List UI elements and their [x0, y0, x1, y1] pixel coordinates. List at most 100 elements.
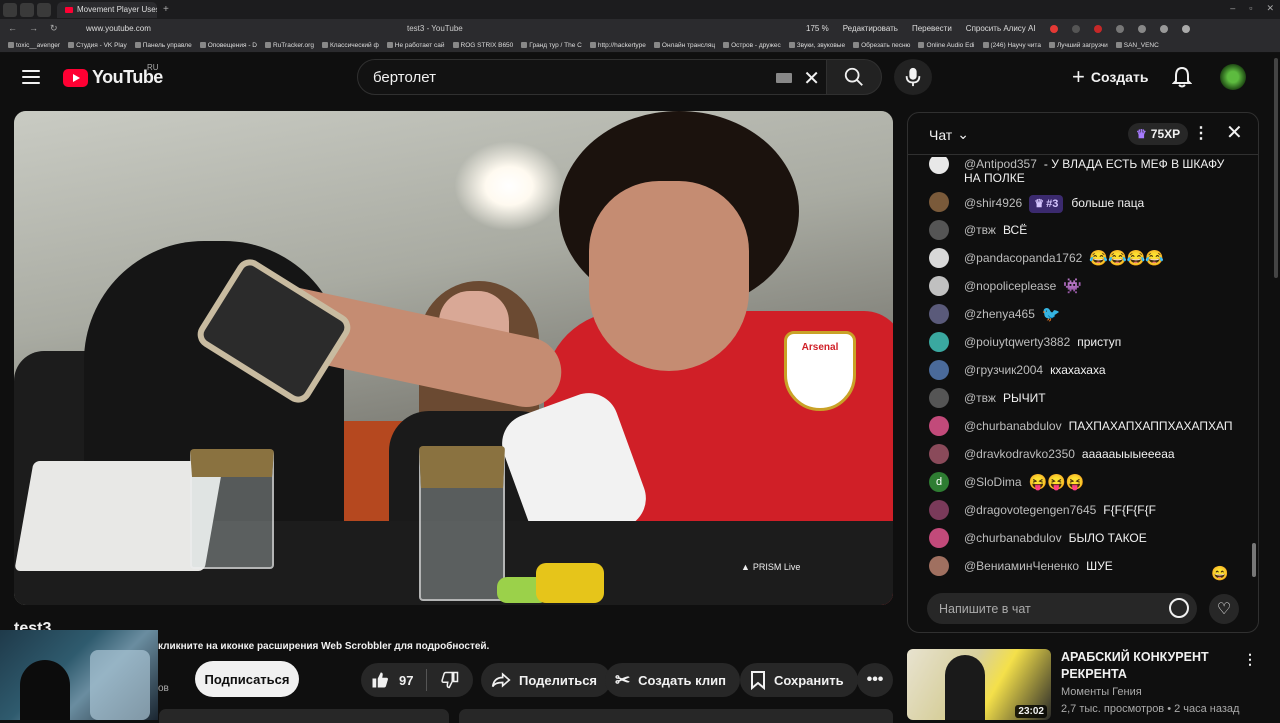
like-button[interactable]: 97 — [361, 669, 427, 691]
share-button[interactable]: Поделиться — [481, 663, 612, 697]
chat-author[interactable]: @Antipod357 — [964, 157, 1037, 171]
back-icon[interactable]: ← — [8, 23, 17, 34]
bookmark[interactable]: Звуки, звуковые — [788, 42, 845, 49]
save-button[interactable]: Сохранить — [740, 663, 858, 697]
chat-avatar[interactable] — [929, 556, 949, 576]
chat-avatar[interactable] — [929, 332, 949, 352]
chat-avatar[interactable] — [929, 528, 949, 548]
video-thumbnail[interactable]: 23:02 — [907, 649, 1051, 720]
extension-icon[interactable] — [1049, 24, 1058, 33]
search-input[interactable] — [358, 68, 758, 86]
tab-list-icon[interactable] — [20, 2, 34, 17]
bookmark[interactable]: Студия - VK Play — [68, 42, 127, 49]
extension-icon[interactable] — [1115, 24, 1124, 33]
extension-icon[interactable] — [1071, 24, 1080, 33]
alice-button[interactable]: Спросить Алису AI — [966, 24, 1036, 33]
clear-search-icon[interactable]: ✕ — [803, 66, 820, 91]
chat-messages[interactable]: @Antipod357- У ВЛАДА ЕСТЬ МЕФ В ШКАФУ НА… — [908, 157, 1258, 581]
reload-icon[interactable]: ↻ — [50, 23, 58, 34]
minimize-icon[interactable]: – — [1230, 3, 1235, 14]
chat-author[interactable]: @твж — [964, 391, 996, 405]
page-scrollbar[interactable] — [1274, 58, 1278, 278]
bookmark[interactable]: Обрезать песню — [853, 42, 910, 49]
chat-author[interactable]: @nopoliceplease — [964, 279, 1056, 293]
bookmark[interactable]: Онлайн трансляц — [653, 42, 715, 49]
chat-author[interactable]: @poiuytqwerty3882 — [964, 335, 1070, 349]
browser-menu-icon[interactable] — [3, 2, 17, 17]
translate-button[interactable]: Перевести — [912, 24, 952, 33]
video-player[interactable]: Arsenal ▲ PRISM Live — [14, 111, 893, 605]
description-box[interactable] — [159, 709, 449, 723]
chat-avatar[interactable] — [929, 192, 949, 212]
dislike-button[interactable] — [427, 671, 473, 689]
bookmark[interactable]: Панель управле — [134, 42, 192, 49]
maximize-icon[interactable]: ▫ — [1249, 3, 1252, 14]
chat-avatar[interactable] — [929, 276, 949, 296]
recommended-channel[interactable]: Моменты Гения — [1061, 686, 1142, 698]
chat-avatar[interactable] — [929, 304, 949, 324]
extension-icon[interactable] — [1137, 24, 1146, 33]
recommended-title[interactable]: АРАБСКИЙ КОНКУРЕНТ РЕКРЕНТА — [1061, 649, 1231, 683]
bookmark[interactable]: (246) Научу чита — [982, 42, 1041, 49]
youtube-logo[interactable]: YouTube RU — [63, 63, 163, 88]
subscribe-button[interactable]: Подписаться — [195, 661, 299, 697]
notifications-bell-icon[interactable] — [1170, 65, 1194, 89]
close-chat-icon[interactable]: ✕ — [1226, 120, 1243, 145]
create-button[interactable]: + Создать — [1062, 59, 1158, 95]
chat-author[interactable]: @zhenya465 — [964, 307, 1035, 321]
forward-icon[interactable]: → — [29, 23, 38, 34]
keyboard-icon[interactable] — [776, 73, 792, 83]
clip-button[interactable]: ✂ Создать клип — [605, 663, 740, 697]
chat-author[interactable]: @SloDima — [964, 475, 1022, 489]
bookmark[interactable]: Гранд тур / The C — [521, 42, 582, 49]
more-vertical-icon[interactable]: ⋮ — [1243, 651, 1257, 668]
user-avatar[interactable] — [1220, 64, 1246, 90]
chat-avatar[interactable] — [929, 388, 949, 408]
chat-author[interactable]: @грузчик2004 — [964, 363, 1043, 377]
extension-icon[interactable] — [1093, 24, 1102, 33]
url-field[interactable]: www.youtube.com — [86, 24, 151, 33]
extension-icon[interactable] — [1181, 24, 1190, 33]
chat-avatar[interactable] — [929, 444, 949, 464]
search-button[interactable] — [826, 59, 882, 95]
chat-author[interactable]: @dragovotegengen7645 — [964, 503, 1096, 517]
bookmark[interactable]: Не работает сай — [386, 42, 445, 49]
chat-avatar[interactable]: d — [929, 472, 949, 492]
voice-search-button[interactable] — [894, 59, 932, 95]
bookmark[interactable]: ROG STRIX B650 — [452, 42, 513, 49]
recommended-video[interactable]: 23:02 АРАБСКИЙ КОНКУРЕНТ РЕКРЕНТА Момент… — [907, 649, 1259, 720]
chat-author[interactable]: @churbanabdulov — [964, 419, 1062, 433]
chat-author[interactable]: @shir4926 — [964, 196, 1022, 210]
chat-scrollbar[interactable] — [1252, 543, 1256, 577]
bookmark[interactable]: SAN_VENC — [1115, 42, 1159, 49]
bookmark[interactable]: Online Audio Edi — [918, 42, 975, 49]
bookmark[interactable]: http://hackertype — [589, 42, 646, 49]
emoji-picker-icon[interactable] — [1169, 598, 1189, 618]
chat-author[interactable]: @dravkodravko2350 — [964, 447, 1075, 461]
chat-author[interactable]: @churbanabdulov — [964, 531, 1062, 545]
bookmark[interactable]: RuTracker.org — [265, 42, 314, 49]
more-actions-button[interactable]: ••• — [857, 663, 893, 697]
heart-reaction-button[interactable]: ♡ — [1209, 594, 1239, 624]
chat-avatar[interactable] — [929, 500, 949, 520]
bookmark[interactable]: Оповещения - D — [199, 42, 257, 49]
xp-badge[interactable]: ♛ 75XP — [1128, 123, 1189, 145]
chat-author[interactable]: @ВениаминЧененко — [964, 559, 1079, 573]
edit-button[interactable]: Редактировать — [843, 24, 898, 33]
bookmark[interactable]: Классический ф — [321, 42, 379, 49]
chat-avatar[interactable] — [929, 360, 949, 380]
chat-avatar[interactable] — [929, 157, 949, 174]
close-window-icon[interactable]: ✕ — [1266, 3, 1274, 14]
bookmark[interactable]: Остров - дружес — [723, 42, 781, 49]
bookmark[interactable]: Лучший загрузчи — [1048, 42, 1108, 49]
chat-avatar[interactable] — [929, 220, 949, 240]
chat-mode-dropdown[interactable]: Чат ⌄ — [929, 126, 969, 143]
chat-author[interactable]: @твж — [964, 223, 996, 237]
menu-icon[interactable] — [22, 70, 40, 84]
description-box-right[interactable] — [459, 709, 893, 723]
new-tab-icon[interactable]: + — [163, 4, 169, 15]
bookmark[interactable]: toxic__avenger — [8, 42, 60, 49]
chat-avatar[interactable] — [929, 416, 949, 436]
back-tab-icon[interactable] — [37, 2, 51, 17]
chat-avatar[interactable] — [929, 248, 949, 268]
